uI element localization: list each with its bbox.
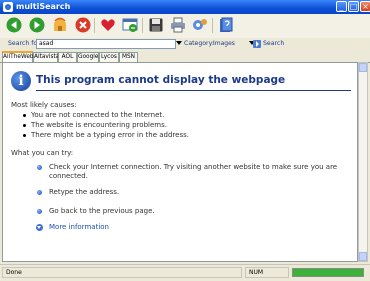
cause-item: There might be a typing error in the add…: [31, 131, 189, 139]
app-icon: [3, 2, 13, 12]
minimize-button[interactable]: _: [336, 1, 347, 12]
tab-msn[interactable]: MSN: [119, 52, 138, 62]
scroll-up-icon[interactable]: [359, 63, 367, 72]
stop-icon[interactable]: [75, 17, 91, 33]
try-item: Retype the address.: [49, 188, 120, 196]
try-item: Check your Internet connection. Try visi…: [49, 163, 338, 171]
causes-heading: Most likely causes:: [11, 101, 77, 109]
tab-lycos[interactable]: Lycos: [99, 52, 119, 62]
cause-item: The website is encountering problems.: [31, 121, 167, 129]
divider: [36, 90, 351, 91]
bullet-icon: [37, 209, 42, 214]
help-icon[interactable]: [218, 17, 234, 33]
bullet-icon: [37, 165, 42, 170]
refresh-icon[interactable]: [122, 17, 138, 33]
print-icon[interactable]: [170, 17, 186, 33]
status-bar: Done NUM: [0, 264, 370, 281]
bullet-icon: [37, 190, 42, 195]
expand-icon[interactable]: [36, 224, 43, 231]
category-select[interactable]: Images: [210, 39, 250, 49]
window-title: multiSearch: [16, 2, 71, 11]
info-icon: i: [11, 71, 31, 91]
cause-item: You are not connected to the Internet.: [31, 111, 165, 119]
maximize-button[interactable]: □: [348, 1, 359, 12]
scrollbar[interactable]: [358, 62, 368, 262]
status-text: Done: [2, 267, 242, 278]
search-bar: Search for: asad Category: Images Search: [0, 38, 370, 52]
favorites-icon[interactable]: [100, 17, 116, 33]
progress-bar: [292, 268, 364, 277]
bullet: [23, 134, 26, 137]
bullet: [23, 114, 26, 117]
title-bar: multiSearch _ □ ×: [0, 0, 370, 14]
tab-google[interactable]: Google: [77, 52, 99, 62]
bullet: [23, 124, 26, 127]
try-item: Go back to the previous page.: [49, 207, 155, 215]
search-button[interactable]: Search: [263, 40, 284, 47]
save-icon[interactable]: [148, 17, 164, 33]
more-information-link[interactable]: More information: [49, 223, 109, 231]
search-input[interactable]: asad: [36, 39, 176, 49]
tab-altavista[interactable]: Altavista: [33, 52, 59, 62]
close-button[interactable]: ×: [360, 1, 370, 12]
forward-icon[interactable]: [29, 17, 45, 33]
num-lock-indicator: NUM: [245, 267, 289, 278]
progress-fill: [293, 269, 363, 276]
web-content: i This program cannot display the webpag…: [2, 62, 358, 262]
tab-aol[interactable]: AOL: [58, 52, 77, 62]
chevron-down-icon[interactable]: [176, 41, 182, 45]
search-go-icon[interactable]: [253, 40, 261, 48]
try-heading: What you can try:: [11, 149, 74, 157]
scroll-down-icon[interactable]: [359, 252, 367, 261]
try-item: connected.: [49, 172, 88, 180]
home-icon[interactable]: [52, 17, 68, 33]
back-icon[interactable]: [6, 17, 22, 33]
page-title: This program cannot display the webpage: [36, 74, 286, 86]
toolbar: [0, 14, 370, 39]
settings-icon[interactable]: [192, 17, 208, 33]
